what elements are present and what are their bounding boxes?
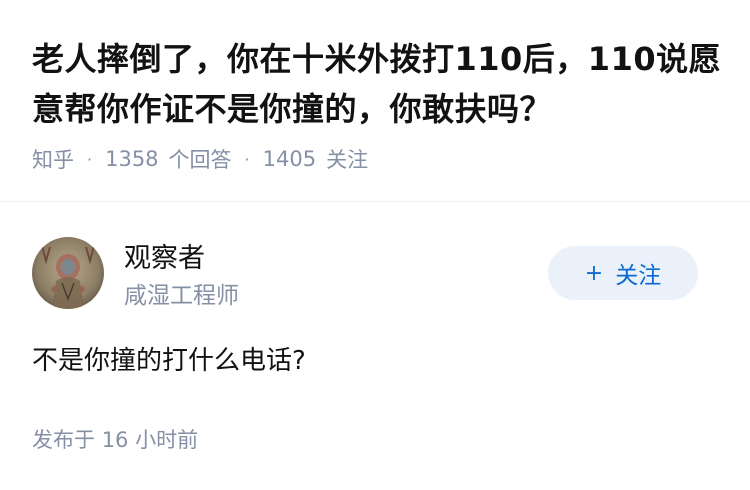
section-divider <box>0 201 750 202</box>
avatar-portrait-icon <box>32 237 104 309</box>
question-title[interactable]: 老人摔倒了，你在十米外拨打110后，110说愿意帮你作证不是你撞的，你敢扶吗？ <box>32 34 722 134</box>
author-bio: 咸湿工程师 <box>124 283 239 309</box>
publish-time: 16 小时前 <box>101 428 199 452</box>
follow-button[interactable]: + 关注 <box>548 246 698 300</box>
follower-count-label: 关注 <box>326 148 369 172</box>
follow-button-label: 关注 <box>615 263 662 289</box>
answer-count-label: 个回答 <box>168 148 232 172</box>
question-meta: 知乎 · 1358 个回答 · 1405 关注 <box>32 144 722 174</box>
source-label[interactable]: 知乎 <box>32 144 74 174</box>
author-name[interactable]: 观察者 <box>124 236 205 275</box>
follower-count: 1405 <box>262 147 317 171</box>
plus-icon: + <box>584 260 604 286</box>
question-header: 老人摔倒了，你在十米外拨打110后，110说愿意帮你作证不是你撞的，你敢扶吗？ … <box>32 34 722 174</box>
publish-info: 发布于 16 小时前 <box>32 424 198 454</box>
answer-content[interactable]: 不是你撞的打什么电话? <box>32 340 306 377</box>
avatar[interactable] <box>32 237 104 309</box>
meta-separator: · <box>244 149 250 169</box>
answer-count: 1358 <box>105 147 159 171</box>
meta-separator: · <box>87 149 93 169</box>
publish-label: 发布于 <box>32 428 95 452</box>
